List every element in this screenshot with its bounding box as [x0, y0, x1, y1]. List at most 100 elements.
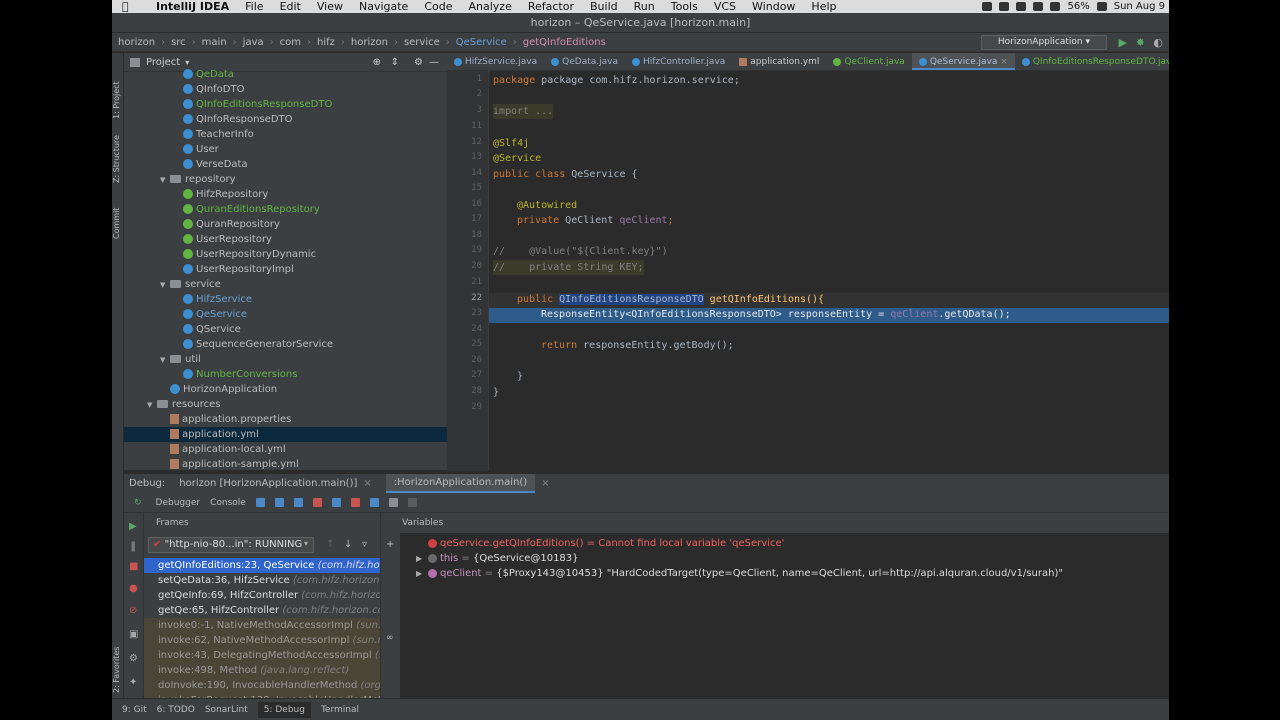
- tree-item-userrepositoryimpl[interactable]: UserRepositoryImpl: [124, 262, 447, 277]
- expand-arrow-icon[interactable]: ▼: [147, 398, 157, 413]
- tab-qedata[interactable]: QeData.java: [544, 53, 625, 70]
- menu-analyze[interactable]: Analyze: [469, 0, 512, 13]
- tree-item-hifzservice[interactable]: HifzService: [124, 292, 447, 307]
- menu-refactor[interactable]: Refactor: [528, 0, 574, 13]
- crumb-com[interactable]: com: [280, 37, 301, 48]
- stack-frame[interactable]: getQe:65, HifzController (com.hifz.horiz…: [144, 603, 380, 618]
- run-config-select[interactable]: HorizonApplication ▾: [980, 35, 1107, 50]
- mute-breakpoints-icon[interactable]: ⊘: [129, 605, 137, 616]
- structure-tool-tab[interactable]: Z: Structure: [112, 123, 124, 183]
- add-watch-icon[interactable]: +: [386, 539, 394, 550]
- tool-sonarlint[interactable]: SonarLint: [205, 705, 248, 715]
- tab-hifzservice[interactable]: HifzService.java: [447, 53, 544, 70]
- pin-icon[interactable]: ✦: [129, 677, 137, 688]
- settings-icon[interactable]: ⚙: [129, 653, 138, 664]
- crumb-method[interactable]: getQInfoEditions: [523, 37, 606, 48]
- debug-session-tab-horizon[interactable]: horizon [HorizonApplication.main()]: [179, 478, 357, 489]
- crumb-project[interactable]: horizon: [118, 37, 155, 48]
- tree-item-userrepository[interactable]: UserRepository: [124, 232, 447, 247]
- tree-item-versedata[interactable]: VerseData: [124, 157, 447, 172]
- step-out-icon[interactable]: [331, 498, 341, 507]
- step-into-icon[interactable]: [293, 498, 303, 507]
- tab-application-yml[interactable]: application.yml: [732, 53, 826, 70]
- menu-help[interactable]: Help: [811, 0, 836, 13]
- force-step-into-icon[interactable]: [312, 498, 322, 507]
- menu-code[interactable]: Code: [424, 0, 452, 13]
- glasses-icon[interactable]: ∞: [386, 633, 394, 643]
- tree-item-qservice[interactable]: QService: [124, 322, 447, 337]
- trace-icon[interactable]: [407, 498, 417, 507]
- code-line-imports-folded[interactable]: import ...: [493, 104, 554, 119]
- tree-item-teacherinfo[interactable]: TeacherInfo: [124, 127, 447, 142]
- tree-item-qinfoeditionsresponsedto[interactable]: QInfoEditionsResponseDTO: [124, 97, 447, 112]
- tree-item-user[interactable]: User: [124, 142, 447, 157]
- menu-edit[interactable]: Edit: [280, 0, 301, 13]
- tree-item-userrepositorydynamic[interactable]: UserRepositoryDynamic: [124, 247, 447, 262]
- tab-console[interactable]: Console: [210, 498, 246, 508]
- menu-navigate[interactable]: Navigate: [359, 0, 408, 13]
- wifi-icon[interactable]: [1033, 2, 1044, 11]
- tree-item-hifzrepository[interactable]: HifzRepository: [124, 187, 447, 202]
- menu-build[interactable]: Build: [590, 0, 618, 13]
- commit-tool-tab[interactable]: Commit: [112, 195, 124, 239]
- volume-icon[interactable]: [1050, 2, 1061, 11]
- menu-view[interactable]: View: [317, 0, 343, 13]
- project-view-title[interactable]: Project: [146, 57, 180, 68]
- tab-qeclient[interactable]: QeClient.java: [826, 53, 911, 70]
- resume-icon[interactable]: ▶: [129, 521, 137, 532]
- tool-todo[interactable]: 6: TODO: [157, 705, 195, 715]
- tree-item-resources[interactable]: ▼ resources: [124, 397, 447, 412]
- menu-file[interactable]: File: [245, 0, 263, 13]
- debug-session-tab-main[interactable]: :HorizonApplication.main(): [385, 474, 536, 493]
- variable-row[interactable]: ▶ qeClient = {$Proxy143@10453} "HardCoded…: [416, 566, 1063, 581]
- run-to-cursor-icon[interactable]: [369, 498, 379, 507]
- close-icon[interactable]: ×: [1000, 57, 1008, 67]
- code-editor[interactable]: package package com.hifz.horizon.service…: [489, 71, 1169, 471]
- close-icon[interactable]: ×: [363, 478, 371, 489]
- filter-icon[interactable]: ▿: [362, 539, 367, 550]
- tab-qeservice[interactable]: QeService.java ×: [911, 53, 1015, 70]
- tab-qinfoeditionsresponsedto[interactable]: QInfoEditionsResponseDTO.java: [1015, 53, 1169, 70]
- project-tool-tab[interactable]: 1: Project: [112, 59, 124, 119]
- expand-arrow-icon[interactable]: ▼: [160, 278, 170, 293]
- tree-item-numberconversions[interactable]: NumberConversions: [124, 367, 447, 382]
- expand-arrow-icon[interactable]: ▼: [160, 173, 170, 188]
- tree-item-qedata[interactable]: QeData: [124, 67, 447, 82]
- tree-item-util[interactable]: ▼ util: [124, 352, 447, 367]
- stack-frame[interactable]: getQeInfo:69, HifzController (com.hifz.h…: [144, 588, 380, 603]
- tree-item-application-properties[interactable]: application.properties: [124, 412, 447, 427]
- record-icon[interactable]: [982, 2, 993, 11]
- thread-select[interactable]: ✔ "http-nio-80...in": RUNNING: [148, 537, 314, 553]
- tree-item-service[interactable]: ▼ service: [124, 277, 447, 292]
- crumb-hifz[interactable]: hifz: [317, 37, 335, 48]
- crumb-src[interactable]: src: [171, 37, 186, 48]
- tree-item-qinfodto[interactable]: QInfoDTO: [124, 82, 447, 97]
- stack-frame[interactable]: invoke:43, DelegatingMethodAccessorImpl …: [144, 648, 380, 663]
- run-icon[interactable]: ▶: [1119, 36, 1127, 49]
- expand-arrow-icon[interactable]: ▶: [416, 551, 428, 566]
- crumb-main[interactable]: main: [202, 37, 227, 48]
- stack-frame[interactable]: doInvoke:190, InvocableHandlerMethod (or…: [144, 678, 380, 693]
- cloud-icon[interactable]: [1016, 2, 1027, 11]
- tool-git[interactable]: 9: Git: [122, 705, 147, 715]
- menu-tools[interactable]: Tools: [671, 0, 698, 13]
- tab-hifzcontroller[interactable]: HifzController.java: [625, 53, 732, 70]
- hide-icon[interactable]: —: [429, 57, 439, 68]
- drop-frame-icon[interactable]: [350, 498, 360, 507]
- tree-item-repository[interactable]: ▼ repository: [124, 172, 447, 187]
- tree-item-sequencegeneratorservice[interactable]: SequenceGeneratorService: [124, 337, 447, 352]
- stack-frame[interactable]: setQeData:36, HifzService (com.hifz.hori…: [144, 573, 380, 588]
- crumb-java[interactable]: java: [243, 37, 264, 48]
- camera-icon[interactable]: ▣: [129, 629, 138, 640]
- tree-item-application-sample-yml[interactable]: application-sample.yml: [124, 457, 447, 470]
- stack-frame[interactable]: invoke0:-1, NativeMethodAccessorImpl (su…: [144, 618, 380, 633]
- chevron-down-icon[interactable]: ▾: [185, 58, 189, 67]
- tree-item-application-local-yml[interactable]: application-local.yml: [124, 442, 447, 457]
- arrow-down-icon[interactable]: ↓: [344, 539, 352, 550]
- crumb-service[interactable]: service: [404, 37, 440, 48]
- battery-percent[interactable]: 56%: [1067, 1, 1089, 12]
- menu-vcs[interactable]: VCS: [714, 0, 736, 13]
- arrow-up-icon[interactable]: ↑: [326, 539, 334, 550]
- show-execution-point-icon[interactable]: [255, 498, 265, 507]
- stack-frame[interactable]: invoke:62, NativeMethodAccessorImpl (sun…: [144, 633, 380, 648]
